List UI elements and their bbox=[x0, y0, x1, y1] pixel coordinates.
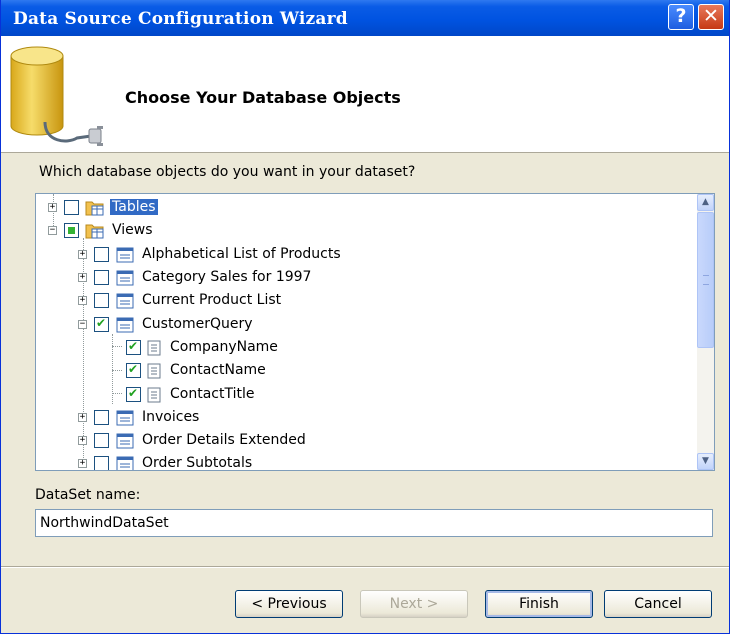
view-icon bbox=[116, 456, 134, 470]
expand-button[interactable]: + bbox=[78, 459, 87, 468]
expand-button[interactable]: + bbox=[78, 273, 87, 282]
tree-node-label[interactable]: Invoices bbox=[140, 409, 201, 425]
view-icon bbox=[116, 433, 134, 449]
view-icon bbox=[116, 293, 134, 309]
dataset-name-input[interactable] bbox=[35, 509, 713, 537]
expand-button[interactable]: + bbox=[48, 203, 57, 212]
tree-scrollbar[interactable]: ▲ ▼ bbox=[697, 194, 714, 470]
column-icon bbox=[147, 363, 161, 379]
footer-divider bbox=[1, 566, 729, 568]
tree-checkbox[interactable] bbox=[94, 316, 109, 332]
scroll-up-button[interactable]: ▲ bbox=[697, 194, 714, 211]
previous-button[interactable]: < Previous bbox=[235, 590, 343, 618]
folder-table-icon bbox=[85, 201, 104, 216]
collapse-button[interactable]: − bbox=[48, 226, 57, 235]
tree-checkbox[interactable] bbox=[126, 362, 141, 378]
scroll-down-button[interactable]: ▼ bbox=[697, 453, 714, 470]
view-icon bbox=[116, 317, 134, 333]
tree-connector bbox=[112, 393, 122, 394]
view-icon bbox=[116, 410, 134, 426]
expand-button[interactable]: + bbox=[78, 413, 87, 422]
tree-node-label[interactable]: CustomerQuery bbox=[140, 316, 255, 332]
wizard-window: Data Source Configuration Wizard ? ✕ Cho… bbox=[0, 0, 730, 634]
tree-node-label[interactable]: Current Product List bbox=[140, 292, 283, 308]
tree-node-label[interactable]: ContactTitle bbox=[168, 386, 256, 402]
title-bar[interactable]: Data Source Configuration Wizard ? ✕ bbox=[1, 0, 729, 36]
tree-checkbox[interactable] bbox=[94, 410, 109, 425]
database-objects-tree[interactable]: + Tables − Views + Alphabetical List of … bbox=[35, 193, 715, 471]
close-button[interactable]: ✕ bbox=[698, 4, 724, 30]
collapse-button[interactable]: − bbox=[78, 320, 87, 329]
window-title: Data Source Configuration Wizard bbox=[13, 9, 348, 29]
expand-button[interactable]: + bbox=[78, 296, 87, 305]
dataset-name-label: DataSet name: bbox=[35, 487, 141, 503]
tree-node-label[interactable]: Category Sales for 1997 bbox=[140, 269, 313, 285]
tree-checkbox[interactable] bbox=[94, 433, 109, 448]
tree-node-label[interactable]: Order Details Extended bbox=[140, 432, 308, 448]
tree-checkbox[interactable] bbox=[94, 270, 109, 285]
cancel-button[interactable]: Cancel bbox=[604, 590, 712, 618]
tree-checkbox[interactable] bbox=[126, 339, 141, 355]
wizard-header: Choose Your Database Objects bbox=[1, 36, 729, 153]
tree-checkbox[interactable] bbox=[64, 200, 79, 215]
help-button[interactable]: ? bbox=[668, 4, 694, 30]
column-icon bbox=[147, 340, 161, 356]
tree-node-label[interactable]: Order Subtotals bbox=[140, 455, 254, 470]
tree-node-label[interactable]: Views bbox=[110, 222, 155, 238]
objects-prompt-label: Which database objects do you want in yo… bbox=[39, 164, 416, 180]
view-icon bbox=[116, 270, 134, 286]
tree-connector bbox=[112, 346, 122, 347]
column-icon bbox=[147, 387, 161, 403]
tree-checkbox[interactable] bbox=[126, 386, 141, 402]
tree-node-label[interactable]: Tables bbox=[110, 199, 158, 215]
folder-view-icon bbox=[85, 224, 104, 239]
tree-checkbox[interactable] bbox=[94, 456, 109, 470]
finish-button[interactable]: Finish bbox=[485, 590, 593, 618]
view-icon bbox=[116, 247, 134, 263]
tree-node-label[interactable]: Alphabetical List of Products bbox=[140, 246, 343, 262]
tree-checkbox[interactable] bbox=[94, 247, 109, 262]
tree-node-label[interactable]: CompanyName bbox=[168, 339, 280, 355]
expand-button[interactable]: + bbox=[78, 250, 87, 259]
tree-connector bbox=[112, 370, 122, 371]
scroll-thumb[interactable] bbox=[697, 212, 714, 348]
tree-checkbox[interactable] bbox=[64, 223, 79, 238]
database-plug-icon bbox=[10, 46, 103, 146]
next-button[interactable]: Next > bbox=[360, 590, 468, 618]
expand-button[interactable]: + bbox=[78, 436, 87, 445]
tree-node-label[interactable]: ContactName bbox=[168, 362, 268, 378]
page-title: Choose Your Database Objects bbox=[125, 88, 401, 107]
tree-checkbox[interactable] bbox=[94, 293, 109, 308]
grip-icon bbox=[703, 275, 709, 285]
